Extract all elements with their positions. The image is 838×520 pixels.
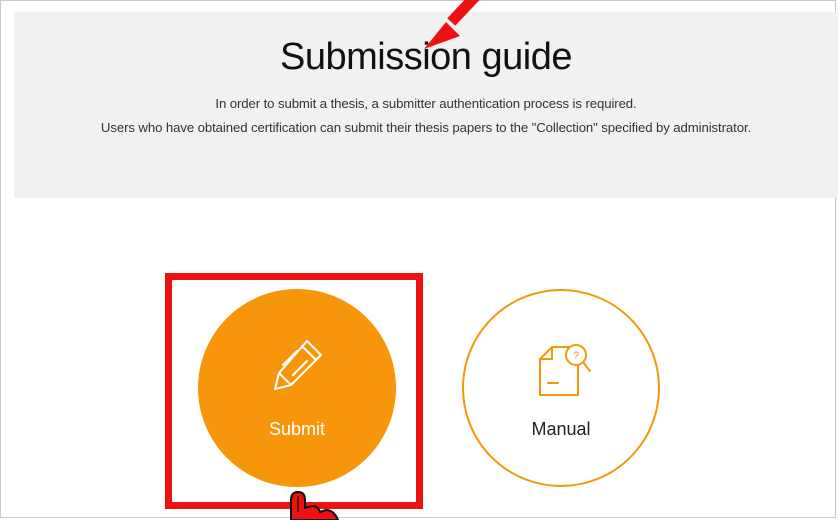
hand-pointer-icon bbox=[290, 491, 339, 520]
annotation-overlay bbox=[290, 0, 480, 520]
arrow-icon bbox=[424, 0, 480, 49]
